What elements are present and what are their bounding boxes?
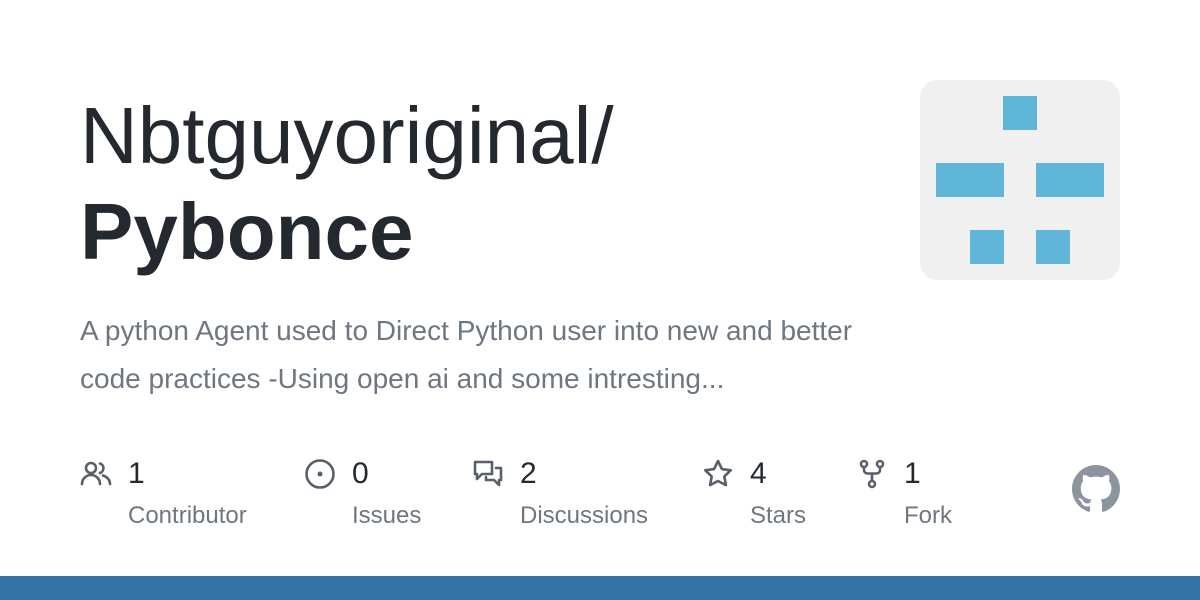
avatar-pixel	[1003, 96, 1037, 130]
avatar-pixel	[936, 163, 1004, 197]
avatar-pixel	[1036, 163, 1104, 197]
avatar-pixel	[970, 230, 1004, 264]
avatar-pixel	[1036, 230, 1070, 264]
stat-count: 1	[904, 457, 921, 490]
stat-label: Issues	[352, 502, 422, 529]
stat-count: 2	[520, 457, 537, 490]
stat-label: Fork	[904, 502, 952, 529]
github-logo-icon[interactable]	[1072, 465, 1120, 513]
stat-count: 0	[352, 457, 369, 490]
people-icon	[80, 458, 112, 490]
fork-icon	[856, 458, 888, 490]
issue-icon	[304, 458, 336, 490]
discussions-icon	[472, 458, 504, 490]
language-color-bar	[0, 576, 1200, 600]
stat-count: 1	[128, 457, 145, 490]
repo-name[interactable]: Pybonce	[80, 184, 880, 280]
stat-label: Contributor	[128, 502, 247, 529]
star-icon	[702, 458, 734, 490]
repo-owner[interactable]: Nbtguyoriginal/	[80, 88, 880, 184]
repo-social-card: Nbtguyoriginal/ Pybonce A python Agent u…	[0, 0, 1200, 600]
stat-label: Stars	[750, 502, 807, 529]
stat-count: 4	[750, 457, 767, 490]
owner-avatar[interactable]	[920, 80, 1120, 280]
stat-label: Discussions	[520, 502, 649, 529]
repo-title: Nbtguyoriginal/ Pybonce	[80, 88, 880, 280]
repo-description: A python Agent used to Direct Python use…	[80, 315, 853, 394]
